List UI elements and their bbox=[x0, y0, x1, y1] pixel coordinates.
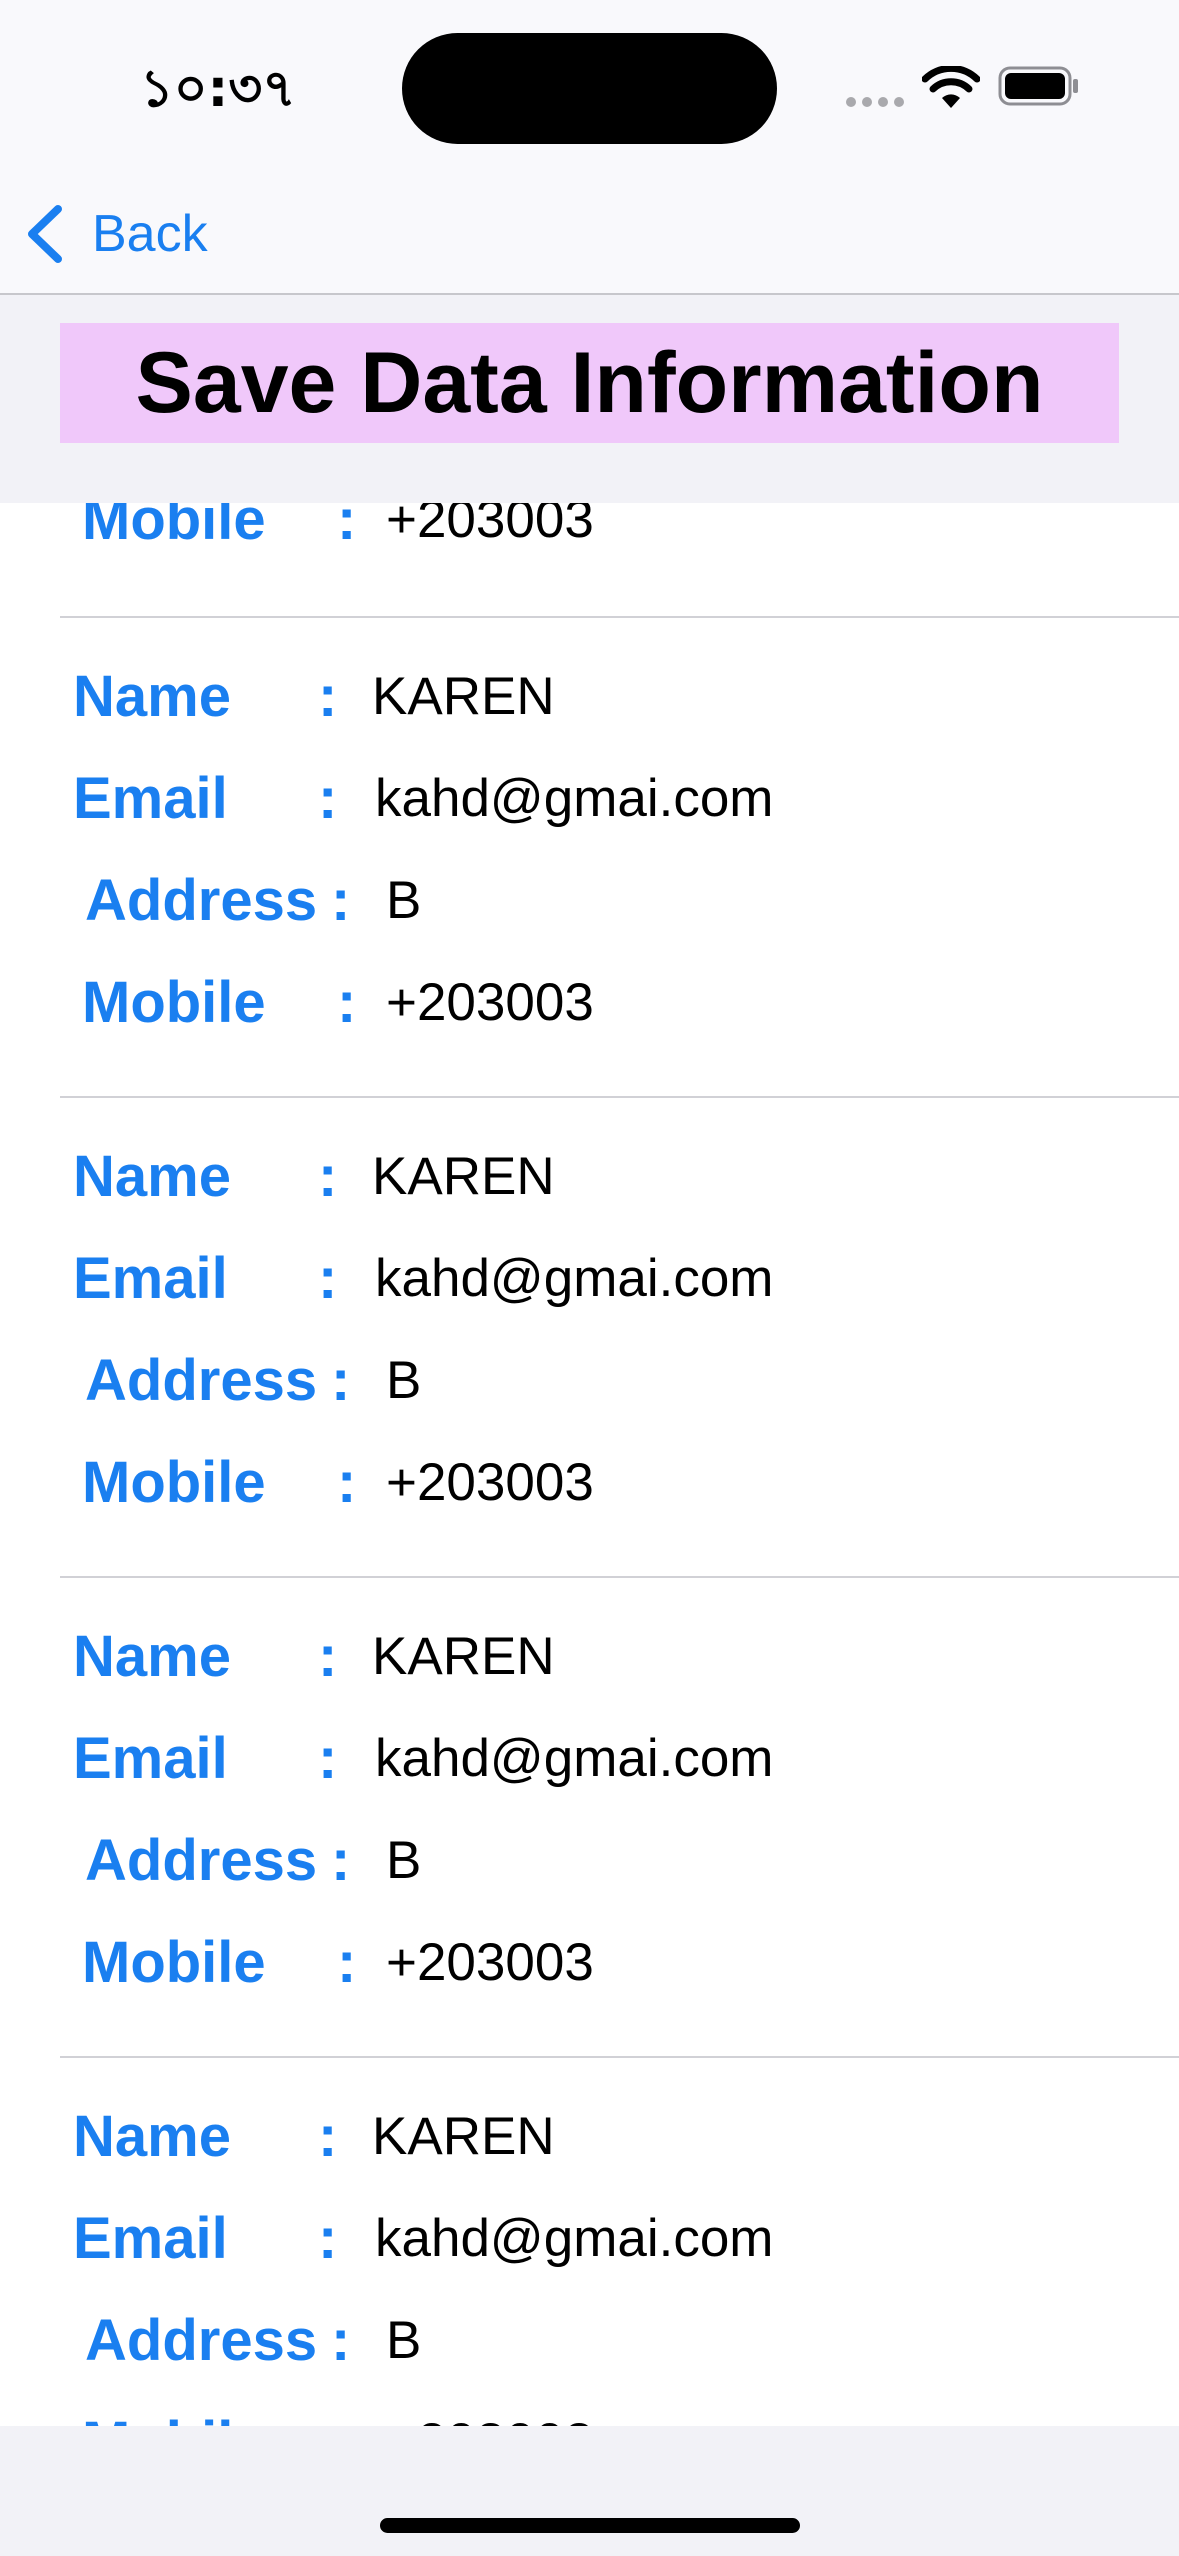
email-value: kahd@gmai.com bbox=[375, 2209, 774, 2268]
address-label: Address bbox=[85, 868, 318, 933]
navigation-bar: Back bbox=[0, 175, 1179, 295]
name-value: KAREN bbox=[372, 1627, 555, 1686]
mobile-label: Mobile bbox=[82, 1450, 266, 1515]
colon-separator: : bbox=[318, 1246, 338, 1311]
email-value: kahd@gmai.com bbox=[375, 769, 774, 828]
list-item: Name : KAREN Email : kahd@gmai.com Addre… bbox=[0, 2056, 1179, 2426]
row-divider bbox=[60, 1096, 1179, 1098]
home-indicator[interactable] bbox=[380, 2518, 800, 2533]
colon-separator: : bbox=[337, 970, 357, 1035]
name-label: Name bbox=[73, 1144, 231, 1209]
dynamic-island bbox=[402, 33, 777, 144]
mobile-value: +203003 bbox=[386, 973, 594, 1032]
colon-separator: : bbox=[318, 766, 338, 831]
name-label: Name bbox=[73, 2104, 231, 2169]
back-label: Back bbox=[92, 205, 208, 263]
chevron-left-icon bbox=[28, 205, 62, 263]
mobile-value: +203003 bbox=[386, 503, 594, 549]
colon-separator: : bbox=[318, 2104, 338, 2169]
mobile-label: Mobile bbox=[82, 970, 266, 1035]
colon-separator: : bbox=[337, 1930, 357, 1995]
mobile-label: Mobile bbox=[82, 2414, 266, 2427]
mobile-label: Mobile bbox=[82, 503, 266, 552]
address-value: B bbox=[386, 1351, 422, 1410]
title-banner: Save Data Information bbox=[60, 323, 1119, 443]
mobile-value: +203003 bbox=[386, 1933, 594, 1992]
colon-separator: : bbox=[318, 2206, 338, 2271]
row-divider bbox=[60, 616, 1179, 618]
address-value: B bbox=[386, 1831, 422, 1890]
colon-separator: : bbox=[337, 1450, 357, 1515]
list-item: Name : KAREN Email : kahd@gmai.com Addre… bbox=[0, 1576, 1179, 2056]
status-bar: ১০:৩৭ bbox=[0, 0, 1179, 175]
battery-icon bbox=[998, 66, 1078, 106]
email-label: Email bbox=[73, 766, 228, 831]
mobile-label: Mobile bbox=[82, 1930, 266, 1995]
colon-separator: : bbox=[331, 868, 351, 933]
row-divider bbox=[60, 1576, 1179, 1578]
name-label: Name bbox=[73, 664, 231, 729]
colon-separator: : bbox=[331, 2308, 351, 2373]
row-divider bbox=[60, 2056, 1179, 2058]
mobile-value: +203003 bbox=[386, 1453, 594, 1512]
colon-separator: : bbox=[331, 1828, 351, 1893]
email-label: Email bbox=[73, 2206, 228, 2271]
cellular-dots-icon bbox=[846, 97, 904, 107]
colon-separator: : bbox=[318, 1726, 338, 1791]
address-label: Address bbox=[85, 2308, 318, 2373]
back-button[interactable]: Back bbox=[22, 197, 208, 271]
email-value: kahd@gmai.com bbox=[375, 1729, 774, 1788]
address-value: B bbox=[386, 2311, 422, 2370]
records-list[interactable]: Mobile : +203003 Name : KAREN Email : ka… bbox=[0, 503, 1179, 2426]
wifi-icon bbox=[922, 66, 980, 108]
name-label: Name bbox=[73, 1624, 231, 1689]
name-value: KAREN bbox=[372, 2107, 555, 2166]
home-indicator-area bbox=[0, 2426, 1179, 2556]
mobile-value: +203003 bbox=[386, 2416, 594, 2426]
address-label: Address bbox=[85, 1828, 318, 1893]
email-label: Email bbox=[73, 1246, 228, 1311]
colon-separator: : bbox=[337, 2414, 356, 2427]
list-item: Name : KAREN Email : kahd@gmai.com Addre… bbox=[0, 1096, 1179, 1576]
email-label: Email bbox=[73, 1726, 228, 1791]
page-title: Save Data Information bbox=[135, 334, 1044, 431]
colon-separator: : bbox=[337, 503, 357, 552]
colon-separator: : bbox=[318, 1624, 338, 1689]
name-value: KAREN bbox=[372, 1147, 555, 1206]
colon-separator: : bbox=[318, 1144, 338, 1209]
email-value: kahd@gmai.com bbox=[375, 1249, 774, 1308]
colon-separator: : bbox=[318, 664, 338, 729]
status-time: ১০:৩৭ bbox=[140, 59, 296, 119]
colon-separator: : bbox=[331, 1348, 351, 1413]
address-label: Address bbox=[85, 1348, 318, 1413]
name-value: KAREN bbox=[372, 667, 555, 726]
address-value: B bbox=[386, 871, 422, 930]
list-item: Name : KAREN Email : kahd@gmai.com Addre… bbox=[0, 616, 1179, 1096]
